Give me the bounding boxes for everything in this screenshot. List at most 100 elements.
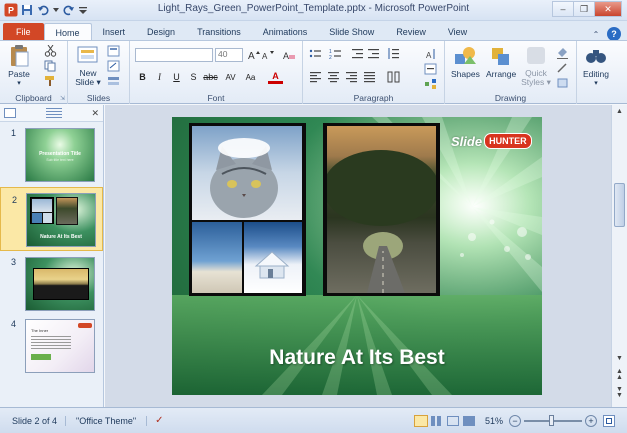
undo-dropdown-icon[interactable]	[52, 3, 60, 17]
customize-toolbar-icon[interactable]	[78, 3, 88, 17]
section-icon[interactable]	[107, 75, 120, 87]
tab-view[interactable]: View	[437, 23, 478, 41]
increase-indent-icon[interactable]	[367, 48, 380, 60]
snow-house-photo[interactable]	[244, 222, 302, 293]
clipboard-launcher-icon[interactable]: ⇲	[60, 95, 65, 102]
tree-tunnel-road-photo[interactable]	[323, 126, 439, 293]
fit-to-window-icon[interactable]	[603, 414, 615, 427]
text-direction-icon[interactable]: A	[424, 48, 437, 60]
previous-slide-icon[interactable]: ▲ ▲	[612, 368, 627, 381]
quick-styles-button[interactable]: Quick Styles ▾	[520, 44, 552, 87]
line-spacing-icon[interactable]	[387, 48, 400, 60]
shapes-button[interactable]: Shapes	[451, 44, 480, 79]
outline-tab-icon[interactable]	[45, 108, 62, 118]
strikethrough-button[interactable]: abc	[203, 70, 218, 84]
zoom-slider-thumb[interactable]	[549, 414, 554, 426]
arrange-label: Arrange	[486, 69, 517, 79]
slide-title[interactable]: Nature At Its Best	[172, 346, 542, 370]
scroll-thumb[interactable]	[614, 183, 625, 227]
new-slide-button[interactable]: New Slide ▾	[73, 44, 103, 87]
zoom-level[interactable]: 51%	[485, 416, 503, 426]
font-name-combo[interactable]	[135, 48, 213, 62]
columns-icon[interactable]	[387, 71, 400, 83]
undo-icon[interactable]	[36, 3, 50, 17]
reading-view-icon[interactable]	[446, 415, 459, 426]
arrange-button[interactable]: Arrange	[486, 44, 516, 79]
normal-view-icon[interactable]	[413, 414, 428, 427]
redo-icon[interactable]	[62, 3, 76, 17]
numbering-icon[interactable]: 12	[329, 48, 342, 60]
tab-design[interactable]: Design	[136, 23, 186, 41]
scroll-up-icon[interactable]: ▲	[612, 105, 627, 119]
next-slide-icon[interactable]: ▼ ▼	[612, 386, 627, 399]
tab-transitions[interactable]: Transitions	[186, 23, 252, 41]
thumbnail-row-3[interactable]: 3	[0, 255, 103, 313]
shrink-font-icon[interactable]: A	[261, 49, 274, 61]
spell-check-icon[interactable]: ✓	[147, 415, 171, 426]
slides-group: New Slide ▾ Slides	[68, 41, 130, 104]
slide-show-view-icon[interactable]	[462, 415, 475, 426]
font-color-button[interactable]: A	[268, 70, 283, 84]
format-painter-icon[interactable]	[44, 75, 57, 87]
zoom-out-button[interactable]: −	[509, 414, 521, 427]
editing-button[interactable]: Editing ▾	[583, 44, 609, 87]
tab-review[interactable]: Review	[385, 23, 437, 41]
scroll-down-icon[interactable]: ▼	[612, 355, 627, 362]
paste-button[interactable]: Paste ▾	[6, 44, 32, 87]
slide-sorter-view-icon[interactable]	[430, 415, 443, 426]
thumbnail-slide-1[interactable]: Presentation Title Sub title text here	[25, 128, 95, 182]
minimize-button[interactable]: –	[552, 1, 574, 17]
layout-icon[interactable]	[107, 45, 120, 57]
align-center-icon[interactable]	[327, 71, 340, 83]
copy-icon[interactable]	[44, 60, 57, 72]
close-button[interactable]: ✕	[594, 1, 622, 17]
reset-icon[interactable]	[107, 60, 120, 72]
tab-slide-show[interactable]: Slide Show	[318, 23, 385, 41]
change-case-button[interactable]: Aa	[243, 70, 258, 84]
bullets-icon[interactable]	[309, 48, 322, 60]
shape-effects-icon[interactable]	[556, 77, 569, 89]
tab-home[interactable]: Home	[43, 23, 92, 41]
decrease-indent-icon[interactable]	[351, 48, 364, 60]
justify-icon[interactable]	[363, 71, 376, 83]
align-left-icon[interactable]	[309, 71, 322, 83]
italic-button[interactable]: I	[152, 70, 167, 84]
clear-formatting-icon[interactable]: A	[282, 49, 295, 61]
tab-insert[interactable]: Insert	[92, 23, 137, 41]
close-pane-icon[interactable]: ✕	[91, 108, 99, 119]
save-icon[interactable]	[20, 3, 34, 17]
tab-file[interactable]: File	[3, 23, 44, 41]
thumbnail-slide-4[interactable]: The Inner	[25, 319, 95, 373]
ribbon-minimize-icon[interactable]: ⌃	[589, 27, 603, 41]
powerpoint-logo-icon[interactable]: P	[4, 3, 18, 17]
zoom-slider[interactable]	[524, 414, 582, 426]
font-size-combo[interactable]: 40	[215, 48, 243, 62]
grow-font-icon[interactable]: A	[247, 49, 260, 61]
cat-photo[interactable]	[192, 126, 302, 220]
slides-tab-icon[interactable]	[4, 108, 16, 118]
smartart-icon[interactable]	[424, 78, 437, 90]
cut-icon[interactable]	[44, 45, 57, 57]
underline-button[interactable]: U	[169, 70, 184, 84]
thumbnail-row-1[interactable]: 1 Presentation Title Sub title text here	[0, 126, 103, 184]
vertical-scrollbar[interactable]: ▲ ▼ ▲ ▲ ▼ ▼	[611, 105, 627, 407]
thumbnail-slide-2[interactable]: Nature At Its Best	[26, 193, 96, 247]
character-spacing-button[interactable]: AV	[223, 70, 238, 84]
restore-button[interactable]: ❐	[573, 1, 595, 17]
tab-animations[interactable]: Animations	[252, 23, 319, 41]
shadow-button[interactable]: S	[186, 70, 201, 84]
shape-fill-icon[interactable]	[556, 47, 569, 59]
road-photo-frame[interactable]	[323, 123, 440, 296]
thumbnail-row-4[interactable]: 4 The Inner	[0, 317, 103, 375]
thumbnail-slide-3[interactable]	[25, 257, 95, 311]
current-slide[interactable]: Slide HUNTER Nature At Its Best	[172, 117, 542, 395]
thumbnail-row-2[interactable]: 2 Nature At Its Best	[0, 187, 103, 251]
beach-photo[interactable]	[192, 222, 242, 293]
help-icon[interactable]: ?	[607, 27, 621, 41]
bold-button[interactable]: B	[135, 70, 150, 84]
align-text-icon[interactable]	[424, 63, 437, 75]
shape-outline-icon[interactable]	[556, 62, 569, 74]
photo-collage-frame[interactable]	[189, 123, 306, 296]
align-right-icon[interactable]	[345, 71, 358, 83]
zoom-in-button[interactable]: +	[585, 414, 597, 427]
